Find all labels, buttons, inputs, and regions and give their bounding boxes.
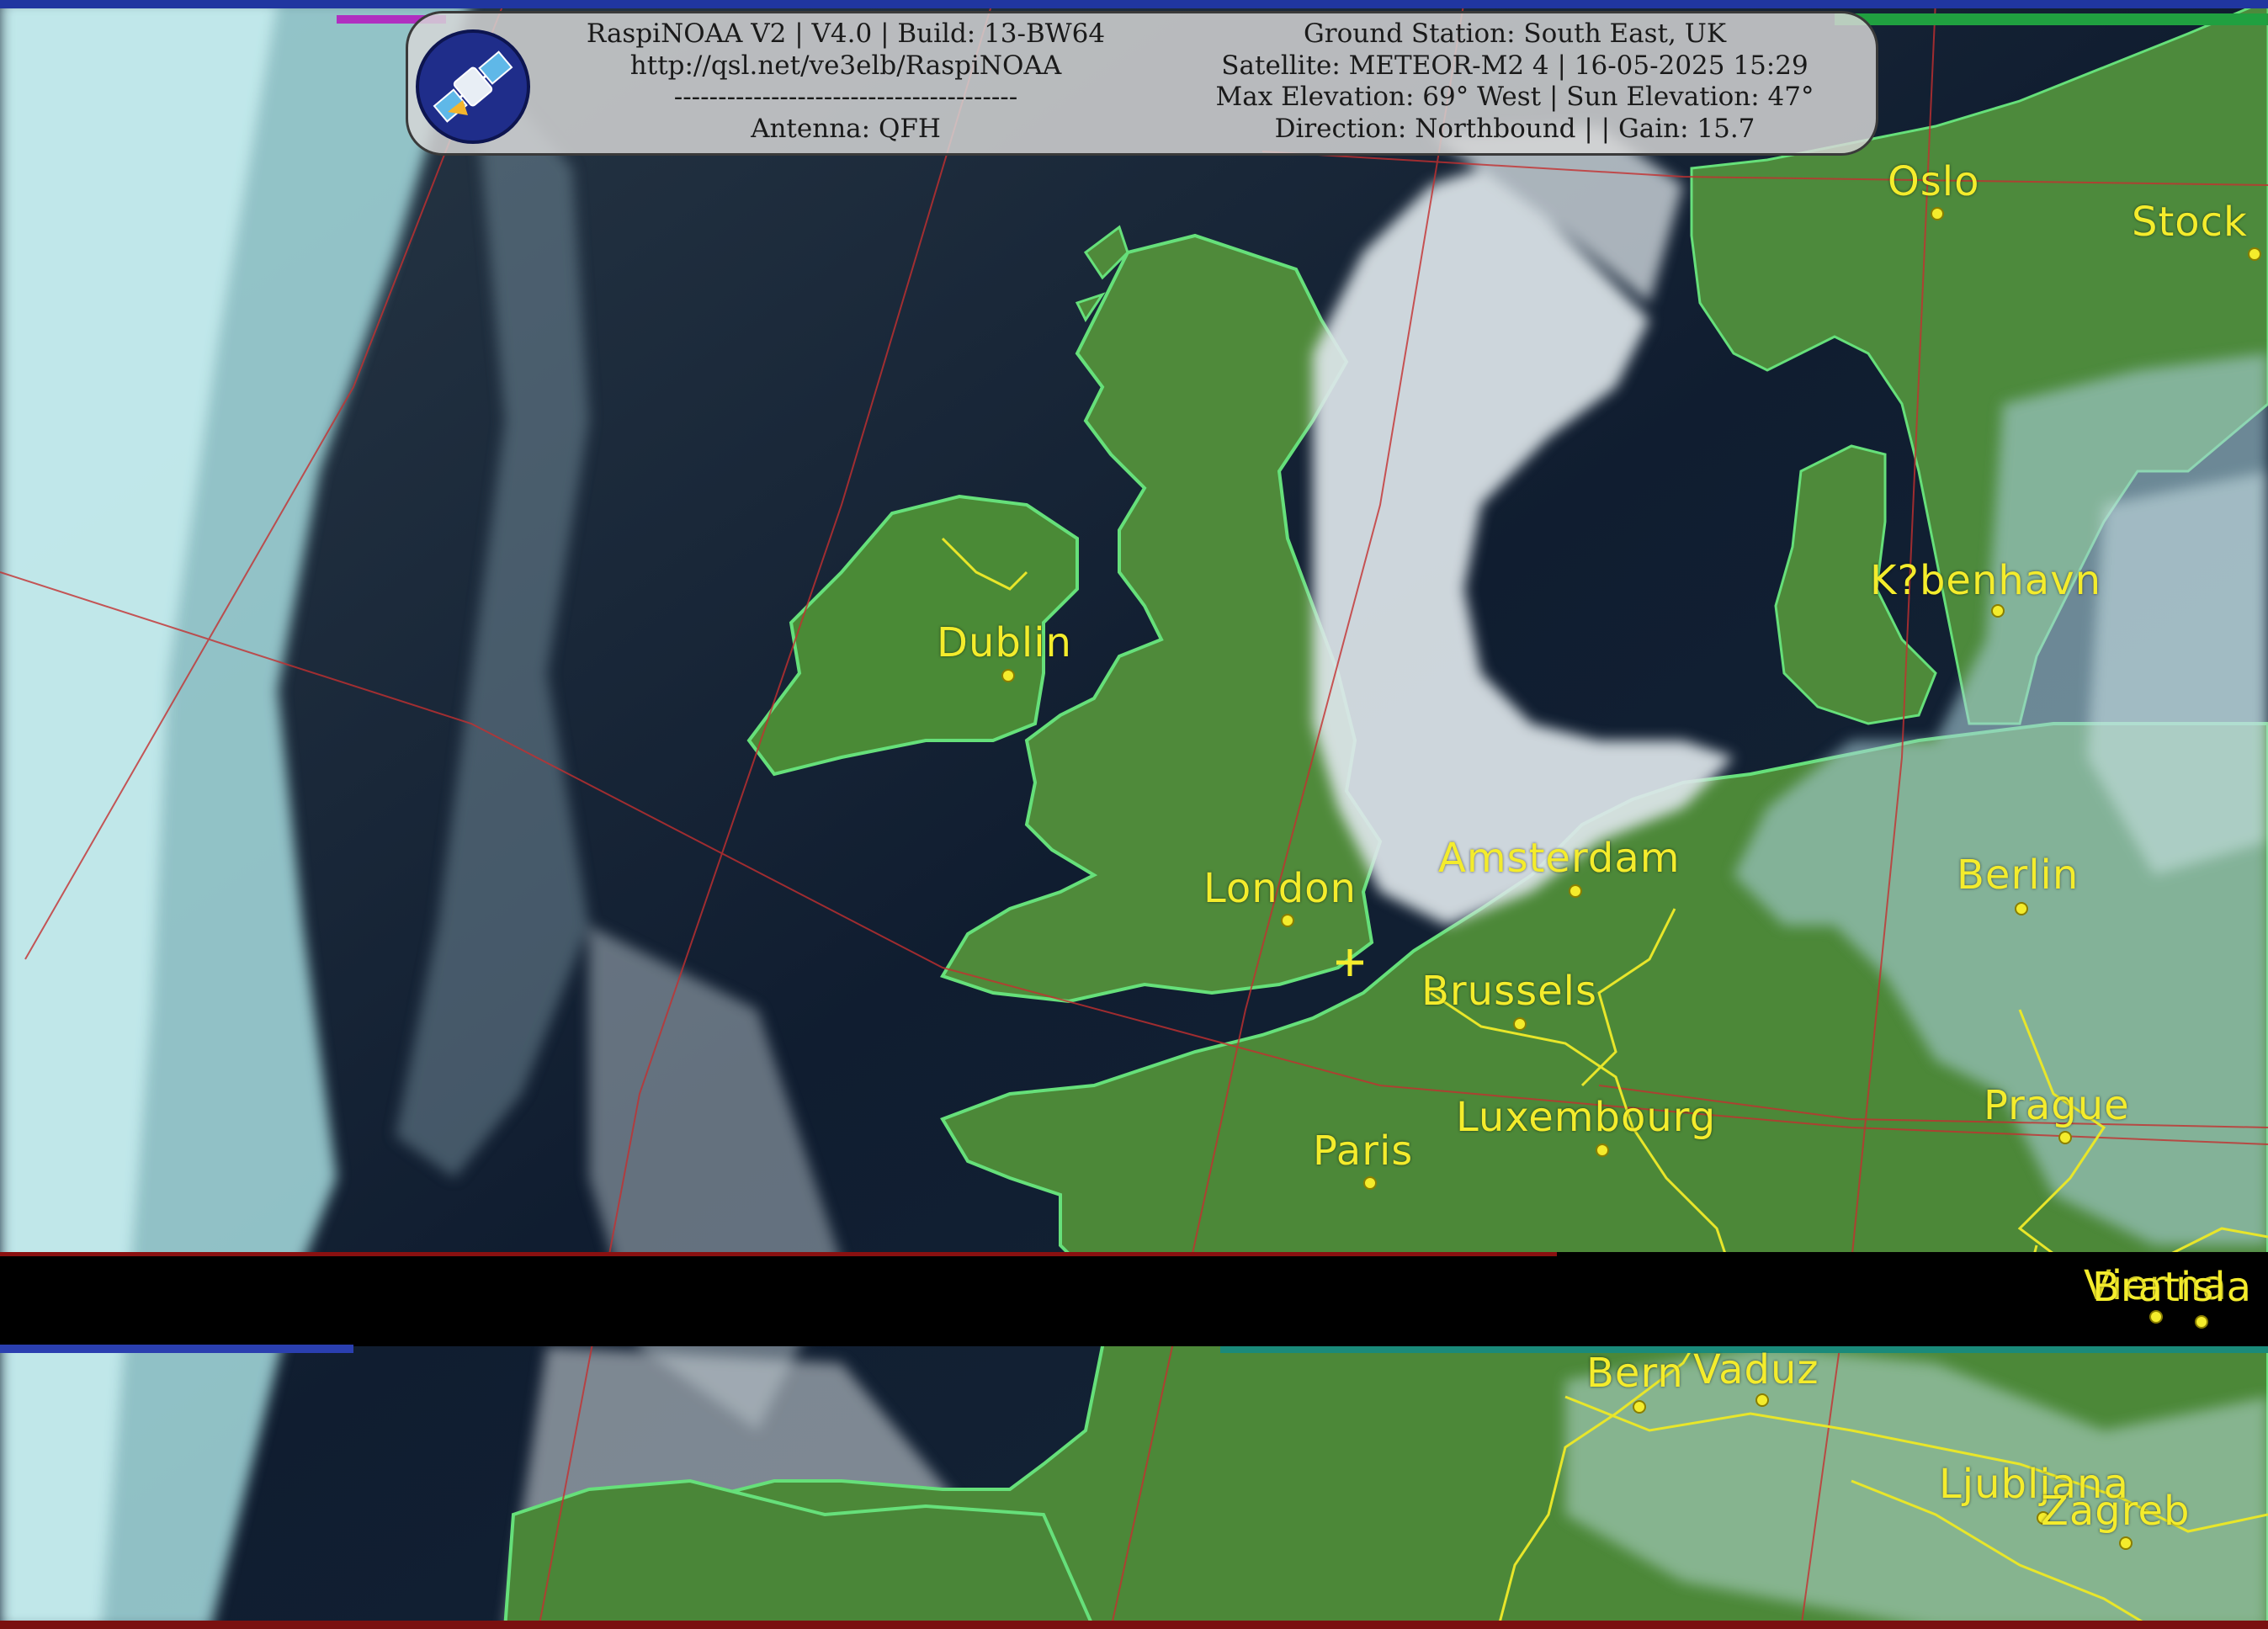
city-label-berlin: Berlin xyxy=(1957,852,2079,899)
city-label-bern: Bern xyxy=(1586,1350,1684,1397)
satellite-icon xyxy=(416,29,530,144)
header-ground-station-line: Ground Station: South East, UK xyxy=(1304,19,1726,49)
bottom-artifact-stripe xyxy=(0,1621,2268,1629)
city-dot-vaduz xyxy=(1755,1393,1769,1407)
city-dot-berlin xyxy=(2015,902,2028,915)
header-left-text: RaspiNOAA V2 | V4.0 | Build: 13-BW64 htt… xyxy=(547,19,1145,145)
city-dot-vienna xyxy=(2149,1310,2163,1324)
satellite-map xyxy=(0,0,2268,1629)
city-dot-prague xyxy=(2058,1131,2072,1144)
city-label-amsterdam: Amsterdam xyxy=(1438,835,1681,882)
header-direction-line: Direction: Northbound | | Gain: 15.7 xyxy=(1274,113,1755,144)
city-label-london: London xyxy=(1203,865,1357,912)
top-artifact-stripe xyxy=(0,0,2268,8)
header-right-text: Ground Station: South East, UK Satellite… xyxy=(1178,19,1851,145)
city-label-zagreb: Zagreb xyxy=(2041,1488,2191,1535)
city-dot-stockholm xyxy=(2248,247,2261,261)
city-label-kobenhavn: K?benhavn xyxy=(1870,557,2102,604)
city-label-brussels: Brussels xyxy=(1421,968,1597,1015)
city-label-dublin: Dublin xyxy=(937,619,1072,666)
city-label-paris: Paris xyxy=(1313,1128,1414,1175)
city-label-luxembourg: Luxembourg xyxy=(1456,1094,1717,1141)
city-label-prague: Prague xyxy=(1984,1082,2130,1129)
city-dot-london xyxy=(1281,914,1294,927)
city-dot-kobenhavn xyxy=(1991,604,2005,618)
satellite-image-viewer: RaspiNOAA V2 | V4.0 | Build: 13-BW64 htt… xyxy=(0,0,2268,1629)
city-dot-zagreb xyxy=(2119,1536,2133,1550)
city-dot-paris xyxy=(1363,1176,1377,1190)
city-dot-luxembourg xyxy=(1596,1143,1609,1157)
signal-dropout-band xyxy=(0,1252,2268,1346)
city-dot-amsterdam xyxy=(1569,884,1582,898)
header-satellite-line: Satellite: METEOR-M2 4 | 16-05-2025 15:2… xyxy=(1221,50,1809,81)
header-antenna-line: Antenna: QFH xyxy=(751,113,941,144)
city-dot-brussels xyxy=(1513,1017,1527,1031)
city-label-bratislava: Bratisla xyxy=(2092,1264,2252,1311)
city-dot-bratislava xyxy=(2195,1315,2208,1329)
top-artifact-stripe-3 xyxy=(1835,13,2268,25)
dropout-edge-bottom xyxy=(0,1345,353,1353)
dropout-edge-top xyxy=(0,1252,1557,1256)
city-dot-oslo xyxy=(1931,207,1944,220)
header-software-line: RaspiNOAA V2 | V4.0 | Build: 13-BW64 xyxy=(586,19,1106,49)
city-label-stockholm: Stock xyxy=(2132,199,2248,246)
city-dot-bern xyxy=(1633,1400,1646,1414)
header-url-line: http://qsl.net/ve3elb/RaspiNOAA xyxy=(629,50,1062,81)
city-label-vaduz: Vaduz xyxy=(1693,1346,1819,1393)
city-label-oslo: Oslo xyxy=(1888,158,1980,205)
header-elevation-line: Max Elevation: 69° West | Sun Elevation:… xyxy=(1215,82,1814,112)
city-dot-dublin xyxy=(1001,669,1015,682)
header-separator-line: --------------------------------------- xyxy=(673,82,1018,112)
